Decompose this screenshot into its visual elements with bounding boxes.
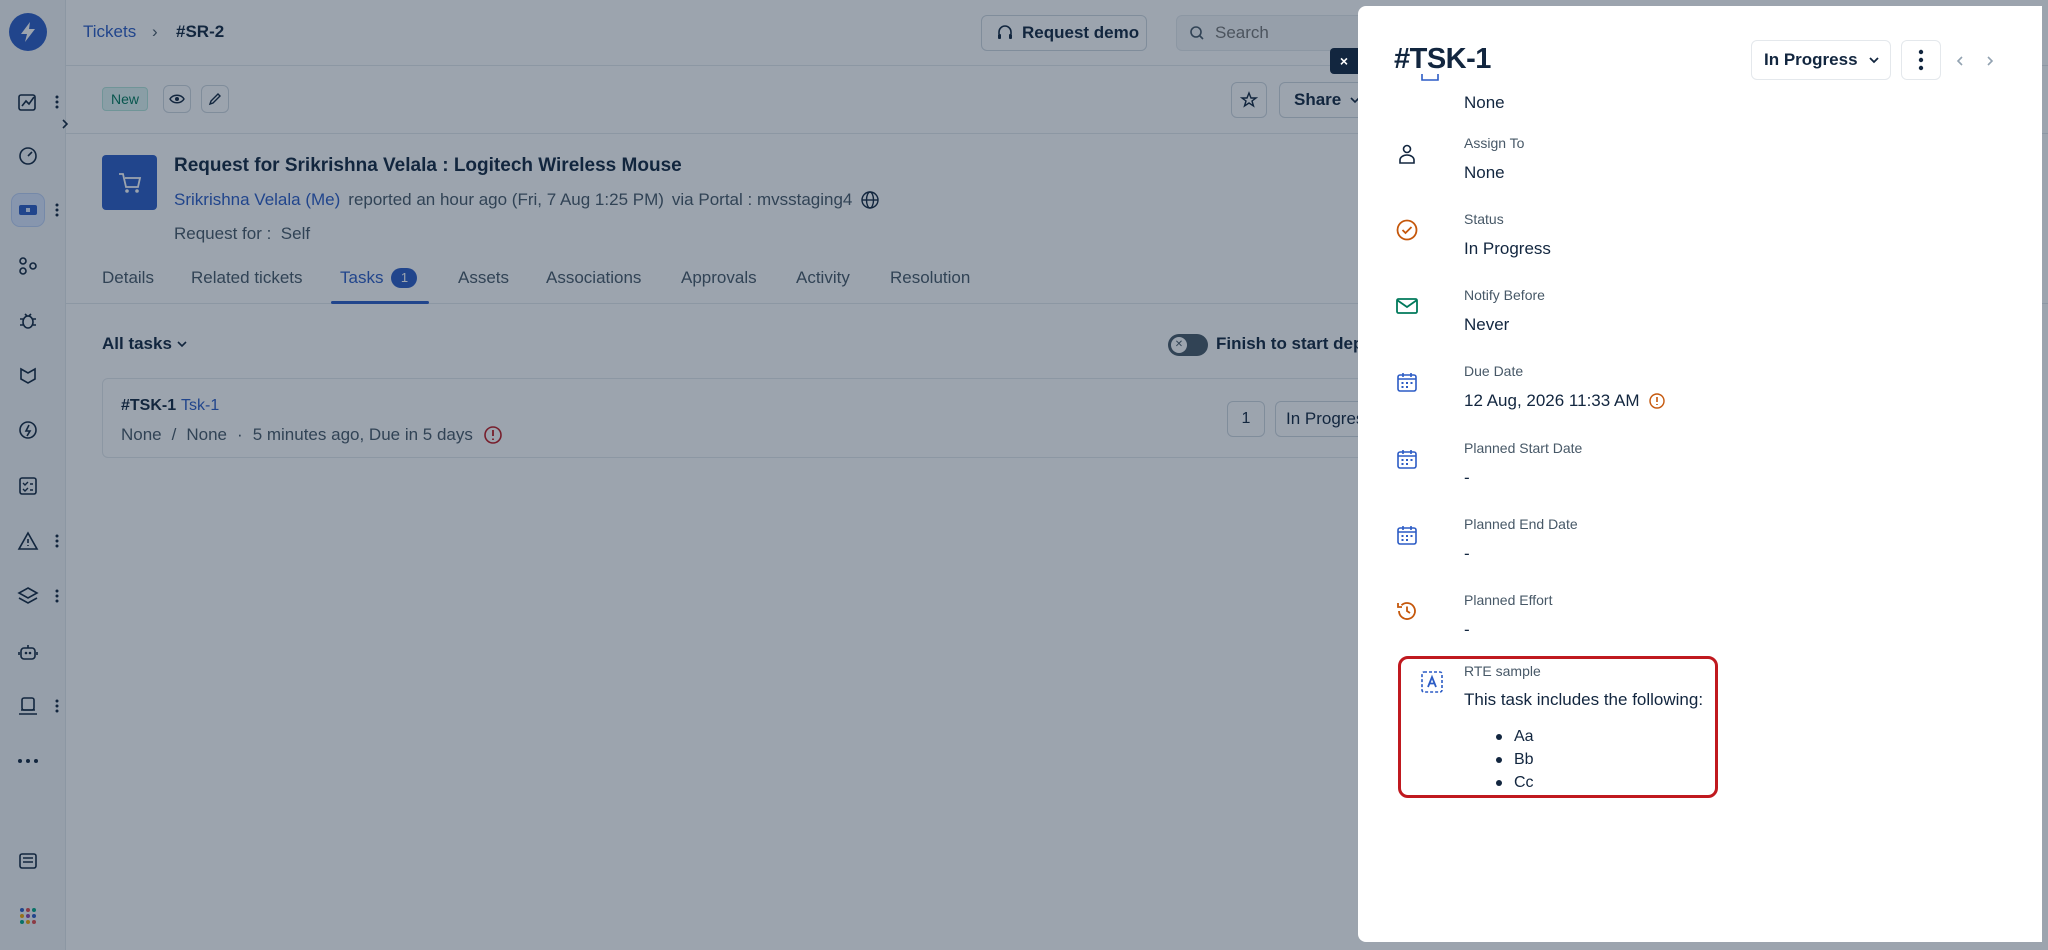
more-actions-button[interactable] xyxy=(1901,40,1941,80)
field-label: Assign To xyxy=(1464,135,1525,151)
field-value: Never xyxy=(1464,315,1510,334)
next-task-button[interactable] xyxy=(1981,52,1999,70)
status-dropdown[interactable]: In Progress xyxy=(1751,40,1891,80)
previous-task-button[interactable] xyxy=(1951,52,1969,70)
field-value: - xyxy=(1464,620,1470,639)
field-label: Notify Before xyxy=(1464,287,1545,303)
rte-bullet-list: Aa Bb Cc xyxy=(1514,725,1534,794)
chevron-right-icon xyxy=(1987,56,1994,66)
rte-field-text[interactable]: This task includes the following: xyxy=(1464,690,1703,710)
calendar-icon xyxy=(1394,522,1420,548)
due-date-value: 12 Aug, 2026 11:33 AM xyxy=(1464,391,1640,410)
field-value: - xyxy=(1464,544,1470,563)
field-value-row: 12 Aug, 2026 11:33 AM xyxy=(1464,391,1666,411)
task-detail-drawer: #TSK-1 In Progress None Assign To None S… xyxy=(1358,6,2042,942)
list-item: Bb xyxy=(1514,748,1534,771)
list-item: Cc xyxy=(1514,771,1534,794)
person-icon xyxy=(1394,141,1420,167)
drawer-title: #TSK-1 xyxy=(1394,43,1491,75)
group-icon xyxy=(1418,72,1442,90)
rich-text-icon xyxy=(1420,670,1444,694)
envelope-icon xyxy=(1394,293,1420,319)
close-drawer-button[interactable]: × xyxy=(1330,48,1358,74)
field-label: Planned End Date xyxy=(1464,516,1578,532)
group-field-value[interactable]: None xyxy=(1464,93,1505,113)
field-label: Planned Effort xyxy=(1464,592,1553,608)
field-value: - xyxy=(1464,468,1470,487)
field-value: None xyxy=(1464,163,1505,182)
kebab-menu-icon xyxy=(1918,49,1924,71)
calendar-icon xyxy=(1394,446,1420,472)
chevron-left-icon xyxy=(1956,56,1963,66)
history-clock-icon xyxy=(1394,598,1420,624)
rte-field-label: RTE sample xyxy=(1464,663,1541,679)
due-alert-icon xyxy=(1648,393,1665,409)
field-label: Due Date xyxy=(1464,363,1524,379)
status-dropdown-value: In Progress xyxy=(1764,50,1858,69)
list-item: Aa xyxy=(1514,725,1534,748)
check-circle-icon xyxy=(1394,217,1420,243)
field-label: Status xyxy=(1464,211,1504,227)
field-value: In Progress xyxy=(1464,239,1551,258)
chevron-down-icon xyxy=(1868,57,1879,64)
field-label: Planned Start Date xyxy=(1464,440,1583,456)
rte-highlight-box xyxy=(1398,656,1718,798)
calendar-icon xyxy=(1394,369,1420,395)
